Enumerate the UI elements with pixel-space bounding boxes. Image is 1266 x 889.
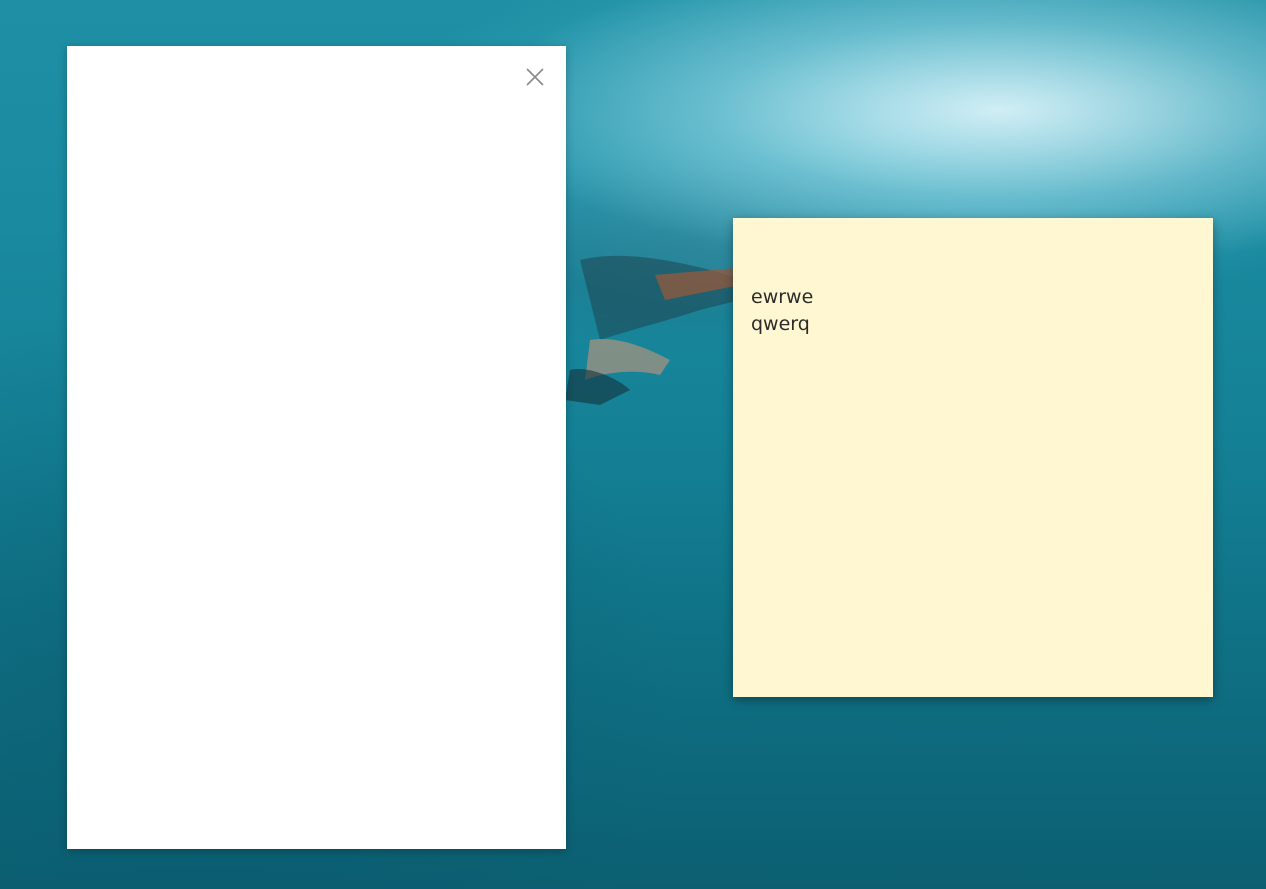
note-line-1: ewrwe	[751, 286, 814, 308]
close-icon	[526, 68, 544, 86]
swimmer-image	[565, 255, 745, 405]
note-line-2: qwerq	[751, 313, 810, 335]
close-button[interactable]	[520, 62, 550, 92]
sticky-note-text[interactable]: ewrwe qwerq	[751, 284, 1191, 338]
notes-list-panel	[67, 46, 566, 849]
sticky-note[interactable]: ewrwe qwerq	[733, 218, 1213, 697]
